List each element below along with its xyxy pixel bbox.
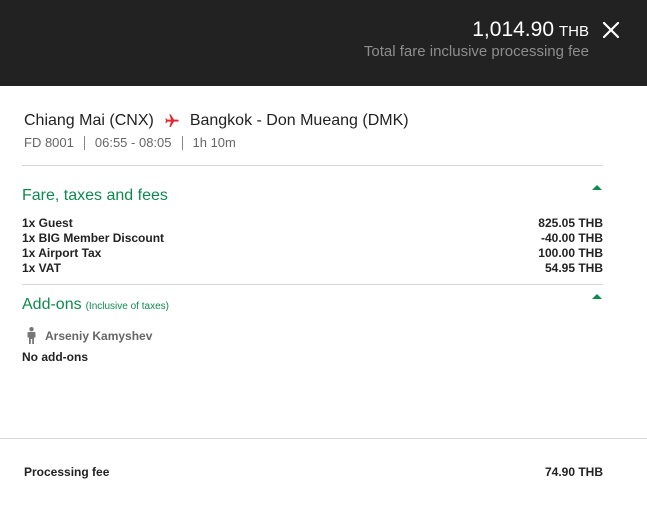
- fee-row: 1x Guest 825.05 THB: [22, 216, 603, 230]
- addons-section-subtitle: (Inclusive of taxes): [85, 301, 169, 312]
- fee-amount: 100.00 THB: [538, 246, 603, 260]
- flight-time: 06:55 - 08:05: [94, 135, 172, 150]
- fee-row: 1x Airport Tax 100.00 THB: [22, 246, 603, 260]
- processing-fee-label: Processing fee: [24, 465, 110, 479]
- divider: [22, 284, 603, 285]
- flight-duration: 1h 10m: [192, 135, 236, 150]
- close-icon[interactable]: [601, 20, 621, 40]
- origin-airport: Chiang Mai (CNX): [24, 112, 154, 129]
- addons-section-title-text: Add-ons: [22, 296, 82, 313]
- addons-section-title[interactable]: Add-ons (Inclusive of taxes): [22, 296, 169, 314]
- addons-section-collapse-icon[interactable]: [592, 294, 602, 299]
- total-fare: 1,014.90 THB: [472, 18, 589, 42]
- total-fare-note: Total fare inclusive processing fee: [363, 43, 589, 60]
- total-currency: THB: [559, 23, 589, 40]
- fare-section-collapse-icon[interactable]: [592, 185, 602, 190]
- fare-section-title[interactable]: Fare, taxes and fees: [22, 187, 168, 205]
- fee-label: 1x Guest: [22, 216, 73, 230]
- fee-amount: 825.05 THB: [538, 216, 603, 230]
- processing-fee-amount: 74.90 THB: [544, 465, 603, 479]
- flight-route: Chiang Mai (CNX) Bangkok - Don Mueang (D…: [24, 112, 409, 130]
- fee-row: 1x BIG Member Discount -40.00 THB: [22, 231, 603, 245]
- flight-details: FD 8001 06:55 - 08:05 1h 10m: [24, 135, 236, 150]
- fare-section-title-text: Fare, taxes and fees: [22, 187, 168, 204]
- passenger-name: Arseniy Kamyshev: [45, 328, 153, 343]
- passenger: Arseniy Kamyshev: [27, 327, 152, 344]
- fare-summary-header: 1,014.90 THB Total fare inclusive proces…: [0, 0, 647, 86]
- fee-label: 1x VAT: [22, 261, 61, 275]
- no-addons-text: No add-ons: [22, 350, 88, 364]
- destination-airport: Bangkok - Don Mueang (DMK): [189, 112, 409, 129]
- divider: [22, 165, 603, 166]
- fee-amount: 54.95 THB: [544, 261, 603, 275]
- processing-fee-row: Processing fee 74.90 THB: [24, 465, 603, 479]
- fee-amount: -40.00 THB: [540, 231, 603, 245]
- flight-number: FD 8001: [24, 135, 74, 150]
- fee-label: 1x Airport Tax: [22, 246, 102, 260]
- plane-icon: [165, 114, 179, 127]
- fee-row: 1x VAT 54.95 THB: [22, 261, 603, 275]
- person-icon: [27, 327, 36, 344]
- separator: [181, 135, 183, 150]
- separator: [83, 135, 85, 150]
- fee-label: 1x BIG Member Discount: [22, 231, 165, 245]
- total-amount: 1,014.90: [472, 18, 554, 41]
- divider: [0, 438, 647, 439]
